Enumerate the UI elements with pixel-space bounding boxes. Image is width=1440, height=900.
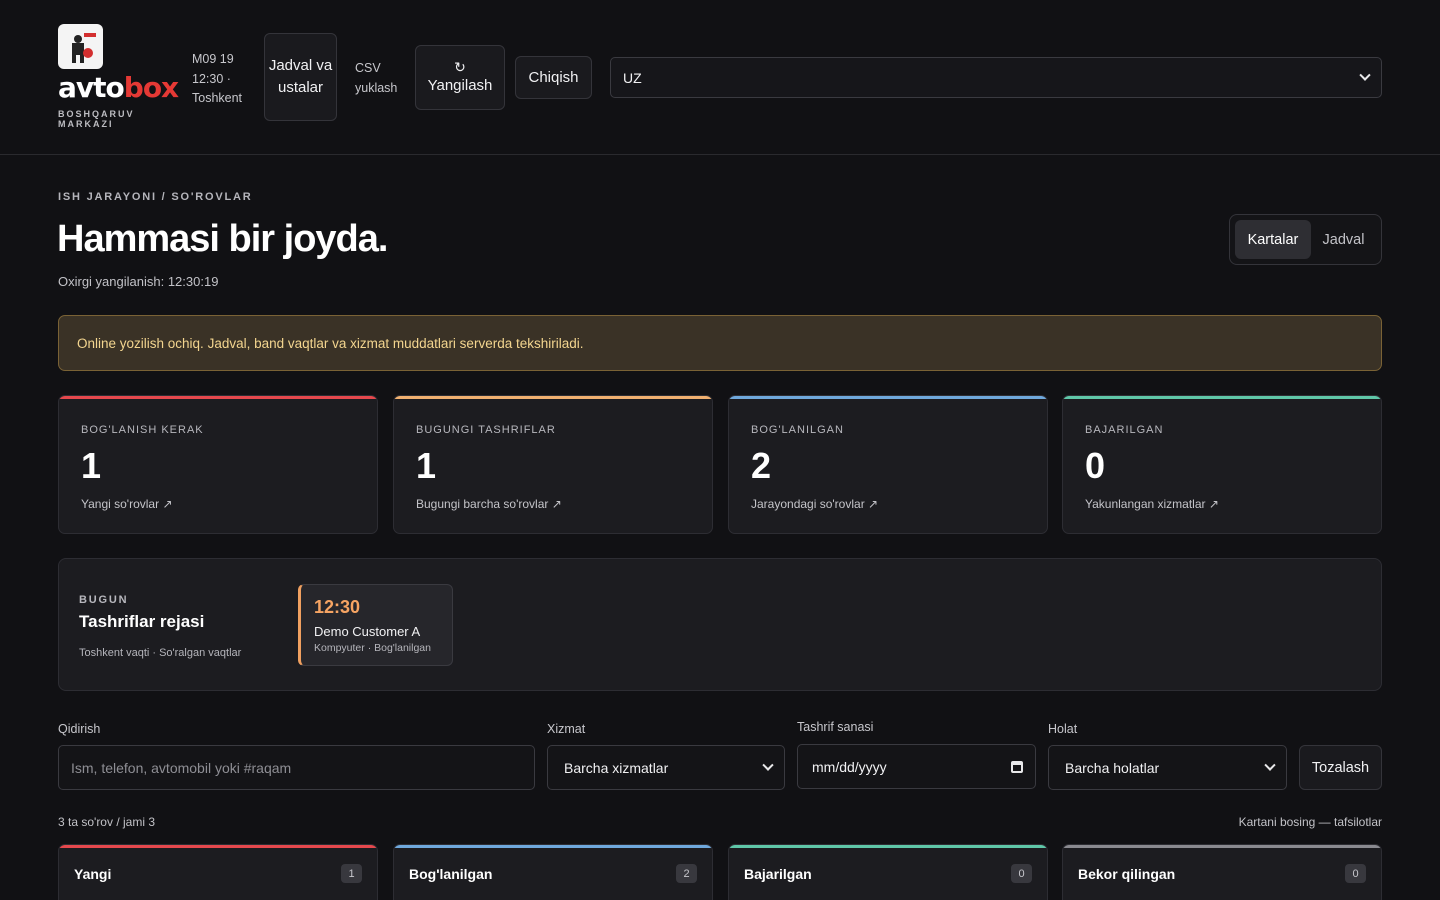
column-new: Yangi 1 <box>58 844 378 900</box>
stat-card-contacted[interactable]: BOG'LANILGAN 2 Jarayondagi so'rovlar ↗ <box>728 395 1048 534</box>
mechanic-icon <box>71 32 96 63</box>
last-updated-text: Oxirgi yangilanish: 12:30:19 <box>58 274 219 289</box>
view-table-tab[interactable]: Jadval <box>1311 220 1376 259</box>
column-count-badge: 1 <box>341 864 362 883</box>
schedule-kicker: BUGUN <box>79 594 129 606</box>
stat-link[interactable]: Jarayondagi so'rovlar ↗ <box>751 497 878 511</box>
visit-customer: Demo Customer A <box>314 624 421 639</box>
column-cancelled: Bekor qilingan 0 <box>1062 844 1382 900</box>
logo-subtitle: BOSHQARUV MARKAZI <box>58 109 135 129</box>
today-schedule-panel: BUGUN Tashriflar rejasi Toshkent vaqti ·… <box>58 558 1382 691</box>
brand-logo[interactable]: avtobox BOSHQARUV MARKAZI <box>58 24 179 129</box>
logo-wordmark: avtobox <box>58 71 179 104</box>
column-contacted: Bog'lanilgan 2 <box>393 844 713 900</box>
search-input[interactable]: Ism, telefon, avtomobil yoki #raqam <box>58 745 535 790</box>
chevron-down-icon <box>1359 69 1371 81</box>
schedule-title: Tashriflar rejasi <box>79 612 205 631</box>
stat-label: BUGUNGI TASHRIFLAR <box>416 424 556 436</box>
schedule-and-masters-button[interactable]: Jadval va ustalar <box>264 33 337 121</box>
column-accent-bar <box>59 845 377 848</box>
service-label: Xizmat <box>547 722 586 736</box>
date-value: mm/dd/yyyy <box>812 758 887 775</box>
refresh-button[interactable]: ↻ Yangilash <box>415 45 505 110</box>
column-title: Bekor qilingan <box>1078 866 1176 882</box>
results-count: 3 ta so'rov / jami 3 <box>58 815 155 829</box>
view-toggle: Kartalar Jadval <box>1229 214 1382 265</box>
service-value: Barcha xizmatlar <box>564 759 669 776</box>
stat-label: BAJARILGAN <box>1085 424 1164 436</box>
csv-download-link[interactable]: CSV yuklash <box>355 59 399 98</box>
status-value: Barcha holatlar <box>1065 759 1160 776</box>
stat-link[interactable]: Yangi so'rovlar ↗ <box>81 497 173 511</box>
stat-value: 1 <box>81 445 102 486</box>
stat-accent-bar <box>394 396 712 399</box>
clear-filters-button[interactable]: Tozalash <box>1299 745 1382 790</box>
stat-value: 2 <box>751 445 772 486</box>
column-title: Bog'lanilgan <box>409 866 493 882</box>
stat-accent-bar <box>1063 396 1381 399</box>
column-count-badge: 2 <box>676 864 697 883</box>
logo-word-b: box <box>123 71 179 104</box>
service-select[interactable]: Barcha xizmatlar <box>547 745 785 790</box>
schedule-subtitle: Toshkent vaqti · So'ralgan vaqtlar <box>79 647 242 659</box>
language-value: UZ <box>623 69 642 86</box>
column-accent-bar <box>729 845 1047 848</box>
logo-image <box>58 24 103 69</box>
stat-link[interactable]: Bugungi barcha so'rovlar ↗ <box>416 497 562 511</box>
stat-link[interactable]: Yakunlangan xizmatlar ↗ <box>1085 497 1219 511</box>
search-placeholder: Ism, telefon, avtomobil yoki #raqam <box>71 759 292 776</box>
status-label: Holat <box>1048 722 1078 736</box>
breadcrumb: ISH JARAYONI / SO'ROVLAR <box>58 191 253 203</box>
view-cards-tab[interactable]: Kartalar <box>1235 220 1311 259</box>
logout-button[interactable]: Chiqish <box>515 56 592 99</box>
page-title: Hammasi bir joyda. <box>57 218 388 260</box>
logo-word-a: avto <box>58 71 125 104</box>
stat-value: 1 <box>416 445 437 486</box>
stat-label: BOG'LANISH KERAK <box>81 424 204 436</box>
language-select[interactable]: UZ <box>610 57 1382 98</box>
stat-card-completed[interactable]: BAJARILGAN 0 Yakunlangan xizmatlar ↗ <box>1062 395 1382 534</box>
column-accent-bar <box>1063 845 1381 848</box>
top-header: avtobox BOSHQARUV MARKAZI M09 19 12:30 ·… <box>0 0 1440 155</box>
stat-card-today-visits[interactable]: BUGUNGI TASHRIFLAR 1 Bugungi barcha so'r… <box>393 395 713 534</box>
column-accent-bar <box>394 845 712 848</box>
visit-date-label: Tashrif sanasi <box>797 720 874 734</box>
column-count-badge: 0 <box>1011 864 1032 883</box>
results-hint: Kartani bosing — tafsilotlar <box>1238 815 1382 829</box>
column-title: Yangi <box>74 866 112 882</box>
status-select[interactable]: Barcha holatlar <box>1048 745 1287 790</box>
visit-date-input[interactable]: mm/dd/yyyy <box>797 744 1036 789</box>
stat-accent-bar <box>729 396 1047 399</box>
column-completed: Bajarilgan 0 <box>728 844 1048 900</box>
visit-meta: Kompyuter · Bog'lanilgan <box>314 642 431 654</box>
chevron-down-icon <box>762 759 774 771</box>
stat-label: BOG'LANILGAN <box>751 424 844 436</box>
stat-value: 0 <box>1085 445 1106 486</box>
online-booking-notice: Online yozilish ochiq. Jadval, band vaqt… <box>58 315 1382 371</box>
column-title: Bajarilgan <box>744 866 812 882</box>
search-label: Qidirish <box>58 722 101 736</box>
refresh-icon: ↻ <box>454 59 466 75</box>
chevron-down-icon <box>1264 759 1276 771</box>
visit-time: 12:30 <box>314 597 361 617</box>
stat-accent-bar <box>59 396 377 399</box>
stat-card-needs-contact[interactable]: BOG'LANISH KERAK 1 Yangi so'rovlar ↗ <box>58 395 378 534</box>
column-count-badge: 0 <box>1345 864 1366 883</box>
visit-card[interactable]: 12:30 Demo Customer A Kompyuter · Bog'la… <box>298 584 453 666</box>
calendar-icon[interactable] <box>1011 760 1023 773</box>
refresh-label: Yangilash <box>427 77 493 94</box>
current-datetime: M09 19 12:30 · Toshkent <box>192 52 243 105</box>
